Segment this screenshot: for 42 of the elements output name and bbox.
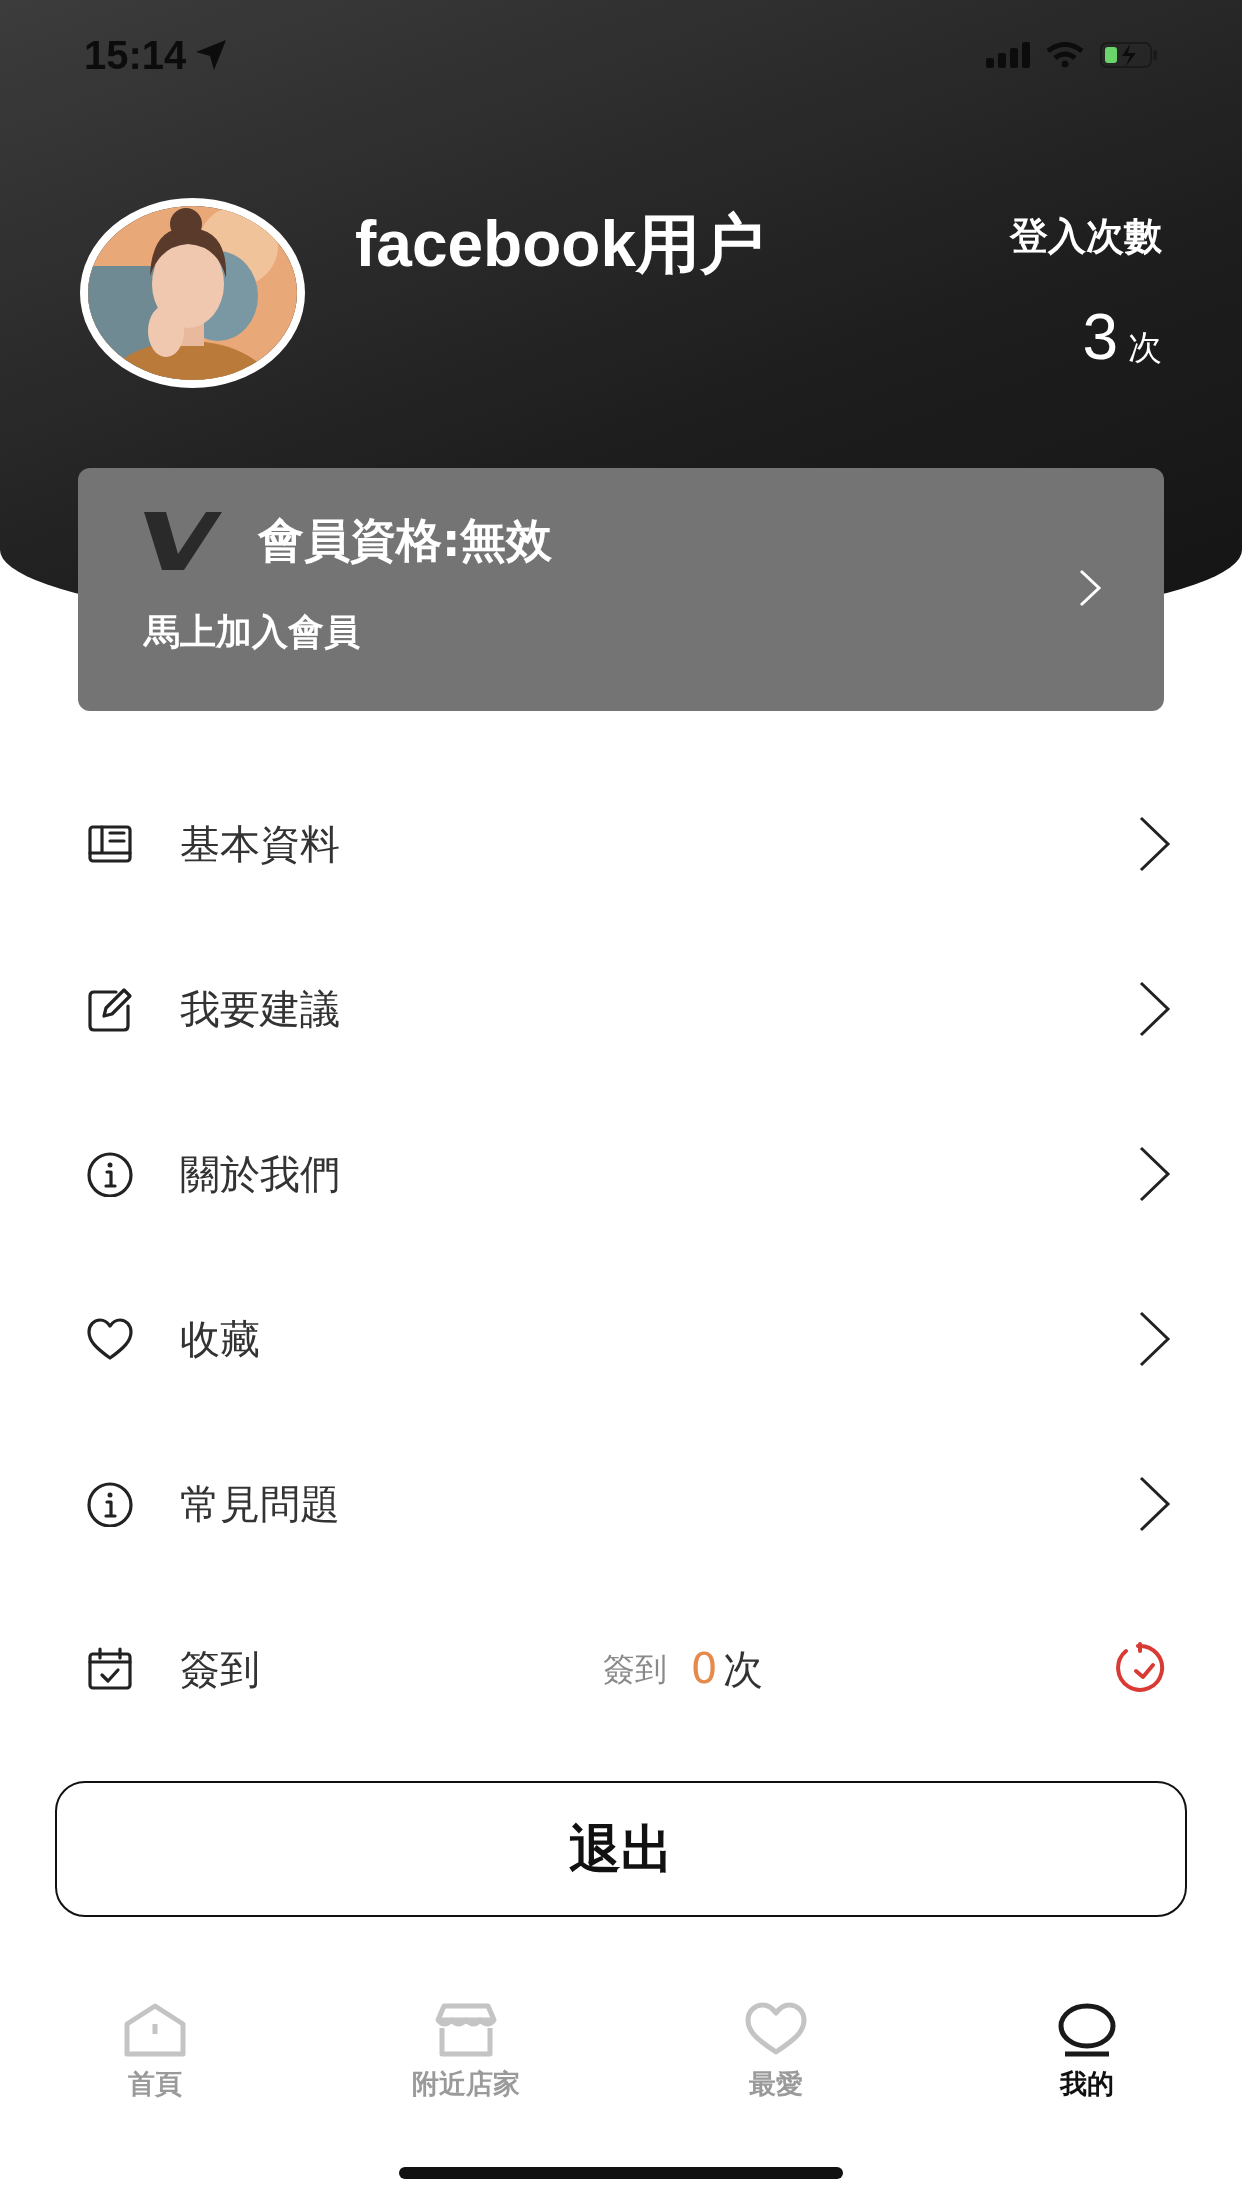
menu-label: 我要建議 — [180, 984, 340, 1034]
menu-label: 基本資料 — [180, 819, 340, 869]
signal-icon — [986, 42, 1030, 68]
location-icon — [194, 38, 229, 72]
membership-card[interactable]: 會員資格:無效 馬上加入會員 — [78, 468, 1164, 711]
edit-icon — [86, 985, 134, 1032]
menu-item[interactable]: 收藏 — [80, 1256, 1172, 1421]
menu-label: 常見問題 — [180, 1479, 340, 1529]
chevron-icon — [1138, 814, 1172, 873]
login-count-label: 登入次數 — [1010, 213, 1162, 260]
v-logo-icon — [144, 511, 222, 570]
user-name: facebook用户 — [355, 207, 764, 282]
info-icon — [86, 1480, 134, 1527]
chevron-icon — [1138, 1144, 1172, 1203]
menu-label: 收藏 — [180, 1314, 260, 1364]
checkin-label: 簽到 — [602, 1648, 667, 1690]
menu-item[interactable]: 關於我們 — [80, 1091, 1172, 1256]
store-icon — [433, 2002, 498, 2058]
login-unit: 次 — [1128, 326, 1162, 369]
menu-label: 關於我們 — [180, 1149, 340, 1199]
join-membership-link[interactable]: 馬上加入會員 — [144, 605, 1094, 659]
tab[interactable]: 我的 — [931, 2002, 1242, 2105]
menu-item[interactable]: 我要建議 — [80, 926, 1172, 1091]
menu-item[interactable]: 基本資料 — [80, 761, 1172, 926]
checkin-count: 0 — [690, 1643, 718, 1695]
heart-icon — [86, 1315, 134, 1362]
chevron-icon — [1138, 1474, 1172, 1533]
menu-label: 簽到 — [180, 1644, 260, 1694]
chevron-icon — [1138, 979, 1172, 1038]
chevron-icon — [1078, 568, 1102, 608]
checkin-unit: 次 — [723, 1644, 764, 1694]
login-count: 3 — [1082, 300, 1118, 375]
membership-status: 會員資格:無效 — [258, 512, 553, 569]
calendar-check-icon — [86, 1645, 134, 1692]
home-icon — [123, 2002, 188, 2058]
menu-item[interactable]: 常見問題 — [80, 1421, 1172, 1586]
info-icon — [86, 1150, 134, 1197]
wifi-icon — [1046, 42, 1084, 68]
logout-button[interactable]: 退出 — [55, 1781, 1187, 1917]
chevron-icon — [1138, 1309, 1172, 1368]
battery-icon — [1100, 42, 1158, 68]
menu-item[interactable]: 簽到 簽到 0 次 — [80, 1586, 1172, 1751]
